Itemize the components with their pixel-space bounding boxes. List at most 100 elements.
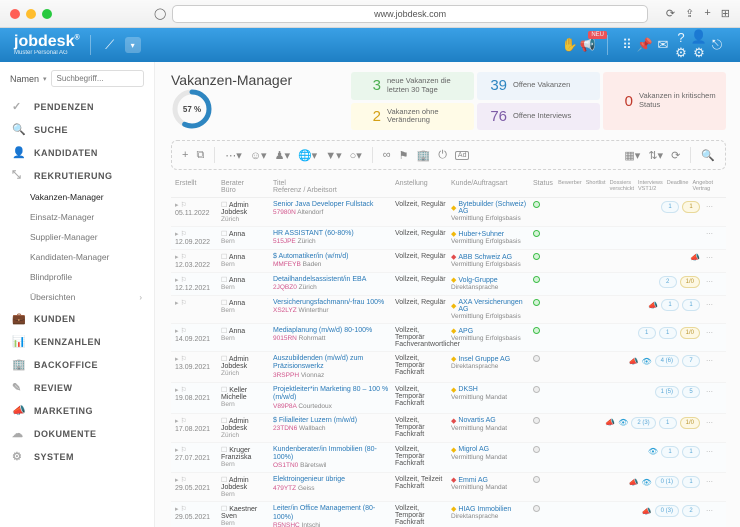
table-row[interactable]: ▸⚐12.12.2021 ☐ AnnaBern Detailhandelsass…: [171, 273, 726, 296]
nav-sub--bersichten[interactable]: Übersichten›: [0, 287, 154, 307]
power-icon[interactable]: ⏻: [438, 149, 447, 162]
funnel-icon[interactable]: ▼▾: [325, 149, 341, 162]
checkbox[interactable]: ☐: [221, 387, 227, 394]
ad-icon[interactable]: Ad: [455, 151, 470, 160]
nav-sub-supplier-manager[interactable]: Supplier-Manager: [0, 227, 154, 247]
expand-icon[interactable]: ▸: [175, 276, 179, 284]
flag-icon[interactable]: ⚐: [181, 253, 187, 261]
nav-pendenzen[interactable]: ✓PENDENZEN: [0, 95, 154, 118]
checkbox[interactable]: ☐: [221, 202, 227, 209]
eye-icon[interactable]: 👁: [648, 447, 658, 456]
columns-icon[interactable]: ▦▾: [624, 149, 640, 162]
expand-icon[interactable]: ▸: [175, 355, 179, 363]
stat-card[interactable]: 39Offene Vakanzen: [477, 72, 600, 100]
row-menu-icon[interactable]: ⋯: [706, 357, 713, 365]
slash-icon[interactable]: ⟋: [101, 37, 119, 53]
search-scope-label[interactable]: Namen: [10, 74, 39, 84]
table-row[interactable]: ▸⚐ ☐ AnnaBern Versicherungsfachmann/-fra…: [171, 296, 726, 324]
checkbox[interactable]: ☐: [221, 277, 227, 284]
checkbox[interactable]: ☐: [221, 254, 227, 261]
row-menu-icon[interactable]: ⋯: [706, 301, 713, 309]
checkbox[interactable]: ☐: [221, 506, 227, 513]
nav-sub-einsatz-manager[interactable]: Einsatz-Manager: [0, 207, 154, 227]
add-icon[interactable]: +: [182, 149, 188, 161]
logout-icon[interactable]: ⎋: [708, 37, 726, 53]
row-menu-icon[interactable]: ⋯: [706, 388, 713, 396]
expand-icon[interactable]: ▸: [175, 230, 179, 238]
flag-icon[interactable]: ⚐: [181, 417, 187, 425]
sidebar-search-input[interactable]: [51, 70, 144, 87]
pin-icon[interactable]: 📌: [636, 37, 654, 53]
flag-icon[interactable]: ⚐: [181, 201, 187, 209]
checkbox[interactable]: ☐: [221, 300, 227, 307]
stat-card[interactable]: 3neue Vakanzen die letzten 30 Tage: [351, 72, 474, 100]
flag-icon[interactable]: ⚐: [181, 276, 187, 284]
row-menu-icon[interactable]: ⋯: [706, 329, 713, 337]
nav-kandidaten[interactable]: 👤KANDIDATEN: [0, 141, 154, 164]
shield-icon[interactable]: ◯: [154, 7, 166, 20]
close-window[interactable]: [10, 9, 20, 19]
checkbox[interactable]: ☐: [221, 231, 227, 238]
table-row[interactable]: ▸⚐14.09.2021 ☐ AnnaBern Mediaplanung (m/…: [171, 324, 726, 352]
dropdown-toggle[interactable]: ▾: [125, 37, 141, 53]
expand-icon[interactable]: ▸: [175, 505, 179, 513]
search-icon[interactable]: 🔍: [701, 149, 715, 162]
star-icon[interactable]: 📣: [605, 418, 615, 427]
url-bar[interactable]: www.jobdesk.com: [172, 5, 648, 23]
checkbox[interactable]: ☐: [221, 328, 227, 335]
nav-sub-vakanzen-manager[interactable]: Vakanzen-Manager: [0, 187, 154, 207]
eye-icon[interactable]: 👁: [642, 478, 652, 487]
flag-icon[interactable]: ⚐: [181, 386, 187, 394]
expand-icon[interactable]: ▸: [175, 446, 179, 454]
nav-marketing[interactable]: 📣MARKETING: [0, 399, 154, 422]
reload-icon[interactable]: ⟳: [666, 7, 675, 20]
checkbox[interactable]: ☐: [221, 356, 227, 363]
mail-icon[interactable]: ✉: [654, 37, 672, 53]
table-row[interactable]: ▸⚐12.09.2022 ☐ AnnaBern HR ASSISTANT (60…: [171, 227, 726, 250]
stat-card[interactable]: 76Offene Interviews: [477, 103, 600, 131]
flag-icon[interactable]: ⚐: [181, 355, 187, 363]
nav-backoffice[interactable]: 🏢BACKOFFICE: [0, 353, 154, 376]
row-menu-icon[interactable]: ⋯: [706, 448, 713, 456]
table-row[interactable]: ▸⚐29.05.2021 ☐ Admin JobdeskBern Elektro…: [171, 473, 726, 502]
star-icon[interactable]: 📣: [648, 301, 658, 310]
table-row[interactable]: ▸⚐17.08.2021 ☐ Admin JobdeskZürich $ Fil…: [171, 414, 726, 443]
table-row[interactable]: ▸⚐19.08.2021 ☐ Keller MichelleBern Proje…: [171, 383, 726, 414]
row-menu-icon[interactable]: ⋯: [706, 507, 713, 515]
new-tab-icon[interactable]: +: [704, 7, 710, 20]
expand-icon[interactable]: ▸: [175, 299, 179, 307]
row-menu-icon[interactable]: ⋯: [706, 419, 713, 427]
link-icon[interactable]: ∞: [383, 149, 391, 161]
flag-icon[interactable]: ⚐: [181, 230, 187, 238]
expand-icon[interactable]: ▸: [175, 327, 179, 335]
flag-icon[interactable]: ⚐: [181, 446, 187, 454]
hand-icon[interactable]: ✋: [561, 37, 579, 53]
tabs-icon[interactable]: ⊞: [721, 7, 730, 20]
stat-card[interactable]: 0Vakanzen in kritischem Status: [603, 72, 726, 130]
row-menu-icon[interactable]: ⋯: [706, 278, 713, 286]
checkbox[interactable]: ☐: [221, 477, 227, 484]
star-icon[interactable]: 📣: [690, 253, 700, 262]
org-filter-icon[interactable]: ♟▾: [275, 149, 290, 162]
chevron-down-icon[interactable]: ▾: [43, 75, 47, 83]
star-icon[interactable]: 📣: [629, 478, 639, 487]
nav-kennzahlen[interactable]: 📊KENNZAHLEN: [0, 330, 154, 353]
megaphone-icon[interactable]: 📢NEU: [579, 37, 597, 53]
flag-icon[interactable]: ⚐: [181, 327, 187, 335]
table-row[interactable]: ▸⚐05.11.2022 ☐ Admin JobdeskZürich Senio…: [171, 198, 726, 227]
nav-sub-kandidaten-manager[interactable]: Kandidaten-Manager: [0, 247, 154, 267]
row-menu-icon[interactable]: ⋯: [706, 230, 713, 238]
refresh-icon[interactable]: ⟳: [671, 149, 680, 162]
minimize-window[interactable]: [26, 9, 36, 19]
row-menu-icon[interactable]: ⋯: [706, 203, 713, 211]
expand-icon[interactable]: ▸: [175, 201, 179, 209]
copy-icon[interactable]: ⧉: [196, 149, 204, 162]
status-filter-icon[interactable]: ○▾: [350, 149, 362, 162]
building-icon[interactable]: 🏢: [417, 149, 431, 162]
nav-review[interactable]: ✎REVIEW: [0, 376, 154, 399]
org-icon[interactable]: ⠿: [618, 37, 636, 53]
sort-icon[interactable]: ⇅▾: [648, 149, 663, 162]
table-row[interactable]: ▸⚐27.07.2021 ☐ Kruger FranziskaBern Kund…: [171, 443, 726, 474]
logo[interactable]: jobdesk® Muster Personal AG: [14, 34, 80, 56]
help-icon[interactable]: ?⚙: [672, 30, 690, 61]
